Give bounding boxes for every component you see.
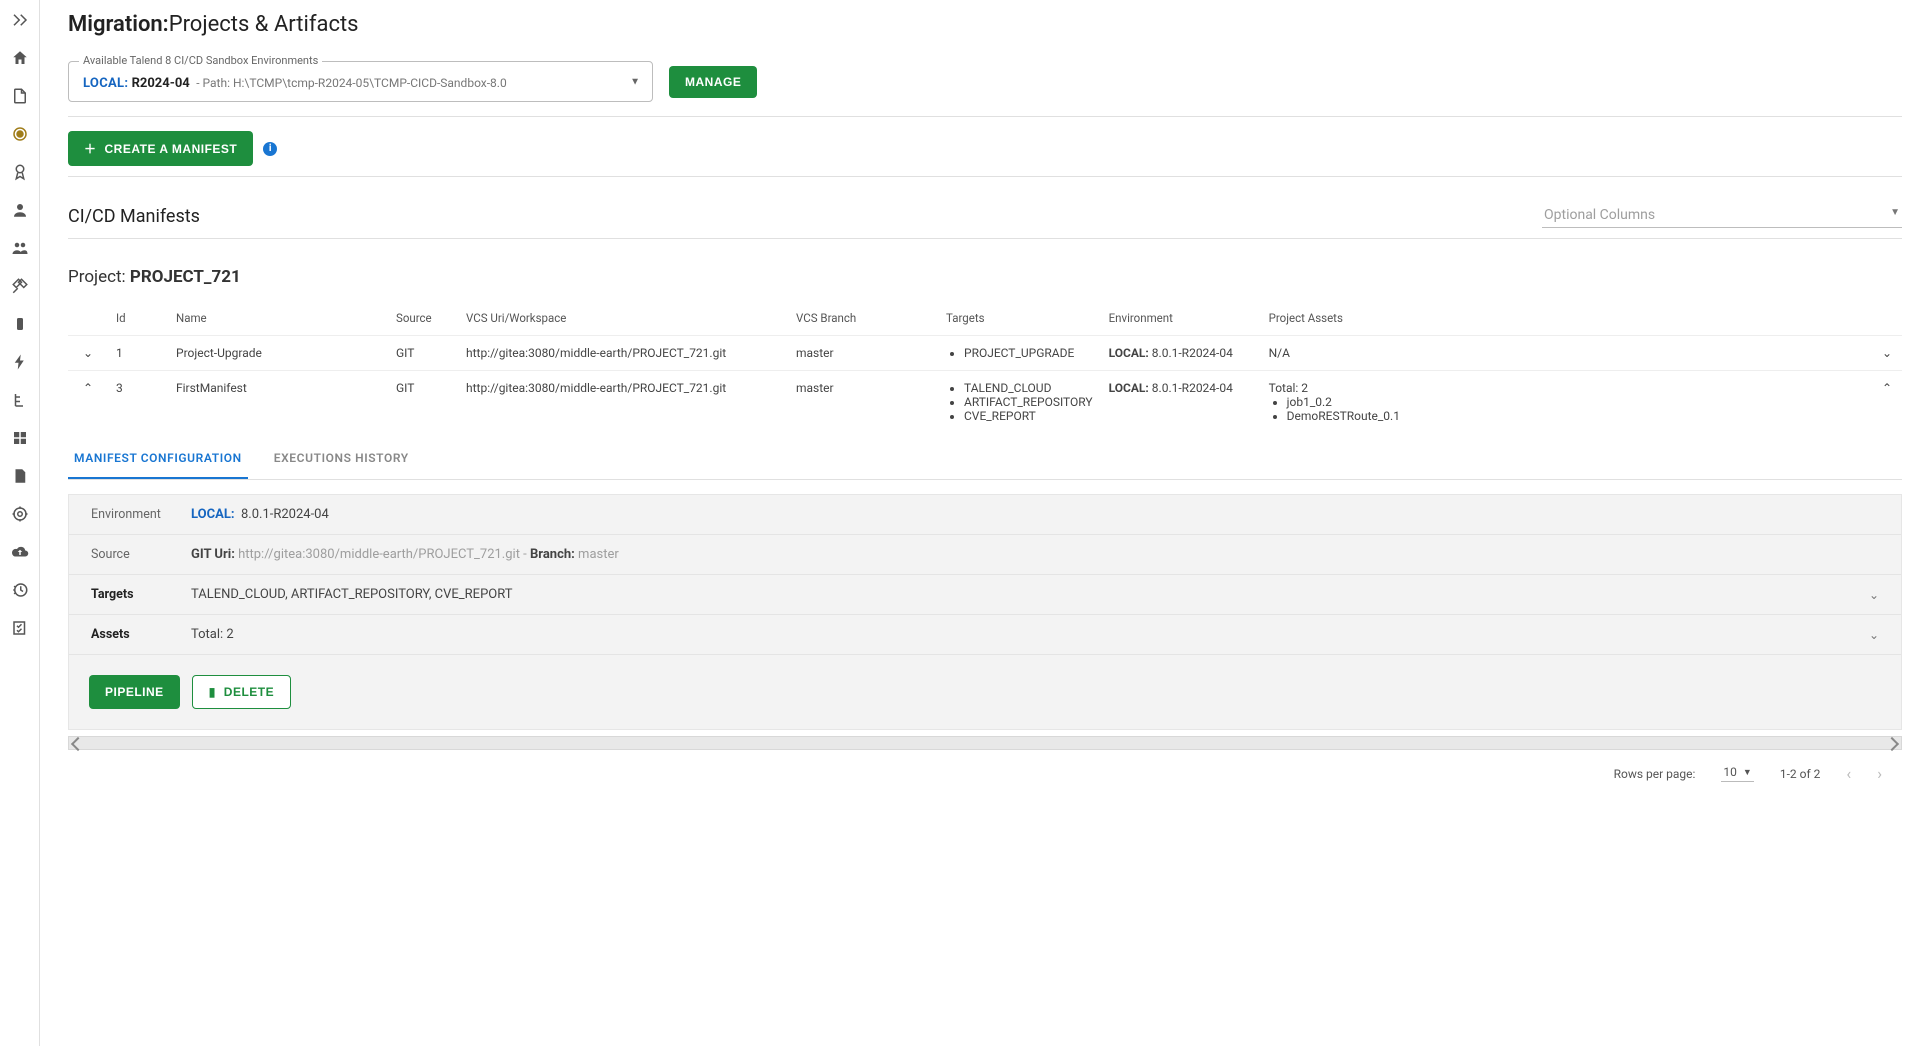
users-icon[interactable] (8, 236, 32, 260)
divider (68, 238, 1902, 239)
manifest-detail-panel: Environment LOCAL: 8.0.1-R2024-04 Source… (68, 494, 1902, 730)
user-icon[interactable] (8, 198, 32, 222)
col-vcs-branch: VCS Branch (788, 301, 938, 336)
bolt-icon[interactable] (8, 350, 32, 374)
badge-icon[interactable] (8, 312, 32, 336)
plus-icon: ＋ (84, 140, 97, 157)
environment-select[interactable]: Available Talend 8 CI/CD Sandbox Environ… (68, 61, 653, 102)
chevron-up-icon[interactable]: ⌃ (1872, 371, 1902, 434)
pipeline-button[interactable]: PIPELINE (89, 675, 180, 709)
file-save-icon[interactable] (8, 464, 32, 488)
sidebar-expand-icon[interactable] (8, 8, 32, 32)
page-range: 1-2 of 2 (1780, 767, 1821, 781)
award-icon[interactable] (8, 160, 32, 184)
chevron-down-icon[interactable]: ⌄ (1872, 336, 1902, 371)
history-icon[interactable] (8, 578, 32, 602)
col-name: Name (168, 301, 388, 336)
environment-select-legend: Available Talend 8 CI/CD Sandbox Environ… (79, 54, 322, 67)
project-heading: Project: PROJECT_721 (68, 267, 1902, 287)
sidebar (0, 0, 40, 1046)
col-source: Source (388, 301, 458, 336)
expand-assets-icon[interactable]: ⌄ (1869, 628, 1879, 642)
detail-env-label: Environment (91, 507, 191, 522)
detail-assets-label: Assets (91, 627, 191, 642)
horizontal-scrollbar[interactable] (68, 736, 1902, 750)
grid-icon[interactable] (8, 426, 32, 450)
col-vcs-uri: VCS Uri/Workspace (458, 301, 788, 336)
pagination: Rows per page: 10 ▼ 1-2 of 2 ‹ › (68, 750, 1902, 787)
tree-icon[interactable] (8, 388, 32, 412)
home-icon[interactable] (8, 46, 32, 70)
collapse-row-icon[interactable]: ⌃ (68, 371, 108, 434)
manifests-heading: CI/CD Manifests (68, 206, 200, 227)
table-row: ⌄ 1 Project-Upgrade GIT http://gitea:308… (68, 336, 1902, 371)
prev-page-button[interactable]: ‹ (1846, 764, 1851, 783)
manage-button[interactable]: MANAGE (669, 66, 757, 98)
table-row: ⌃ 3 FirstManifest GIT http://gitea:3080/… (68, 371, 1902, 434)
col-environment: Environment (1101, 301, 1261, 336)
chevron-down-icon: ▼ (1890, 207, 1900, 218)
document-icon[interactable] (8, 84, 32, 108)
cloud-upload-icon[interactable] (8, 540, 32, 564)
coin-icon[interactable] (8, 122, 32, 146)
tools-icon[interactable] (8, 274, 32, 298)
target-icon[interactable] (8, 502, 32, 526)
delete-button[interactable]: ▮ DELETE (192, 675, 291, 709)
optional-columns-select[interactable]: Optional Columns ▼ (1542, 205, 1902, 228)
col-assets: Project Assets (1261, 301, 1872, 336)
trash-icon: ▮ (209, 685, 216, 699)
checklist-icon[interactable] (8, 616, 32, 640)
col-targets: Targets (938, 301, 1101, 336)
col-id: Id (108, 301, 168, 336)
rows-per-page-select[interactable]: 10 ▼ (1721, 765, 1753, 782)
detail-targets-label: Targets (91, 587, 191, 602)
detail-tabs: MANIFEST CONFIGURATION EXECUTIONS HISTOR… (68, 439, 1902, 480)
next-page-button[interactable]: › (1877, 764, 1882, 783)
divider (68, 176, 1902, 177)
rows-per-page-label: Rows per page: (1614, 767, 1696, 781)
expand-targets-icon[interactable]: ⌄ (1869, 588, 1879, 602)
divider (68, 116, 1902, 117)
create-manifest-button[interactable]: ＋ CREATE A MANIFEST (68, 131, 253, 166)
expand-row-icon[interactable]: ⌄ (68, 336, 108, 371)
tab-executions-history[interactable]: EXECUTIONS HISTORY (268, 439, 415, 479)
chevron-down-icon: ▼ (630, 76, 640, 87)
tab-manifest-configuration[interactable]: MANIFEST CONFIGURATION (68, 439, 248, 479)
chevron-down-icon: ▼ (1743, 767, 1752, 778)
detail-source-label: Source (91, 547, 191, 562)
page-title: Migration:Projects & Artifacts (68, 12, 1902, 37)
info-icon[interactable]: i (263, 142, 277, 156)
manifests-table: Id Name Source VCS Uri/Workspace VCS Bra… (68, 301, 1902, 433)
